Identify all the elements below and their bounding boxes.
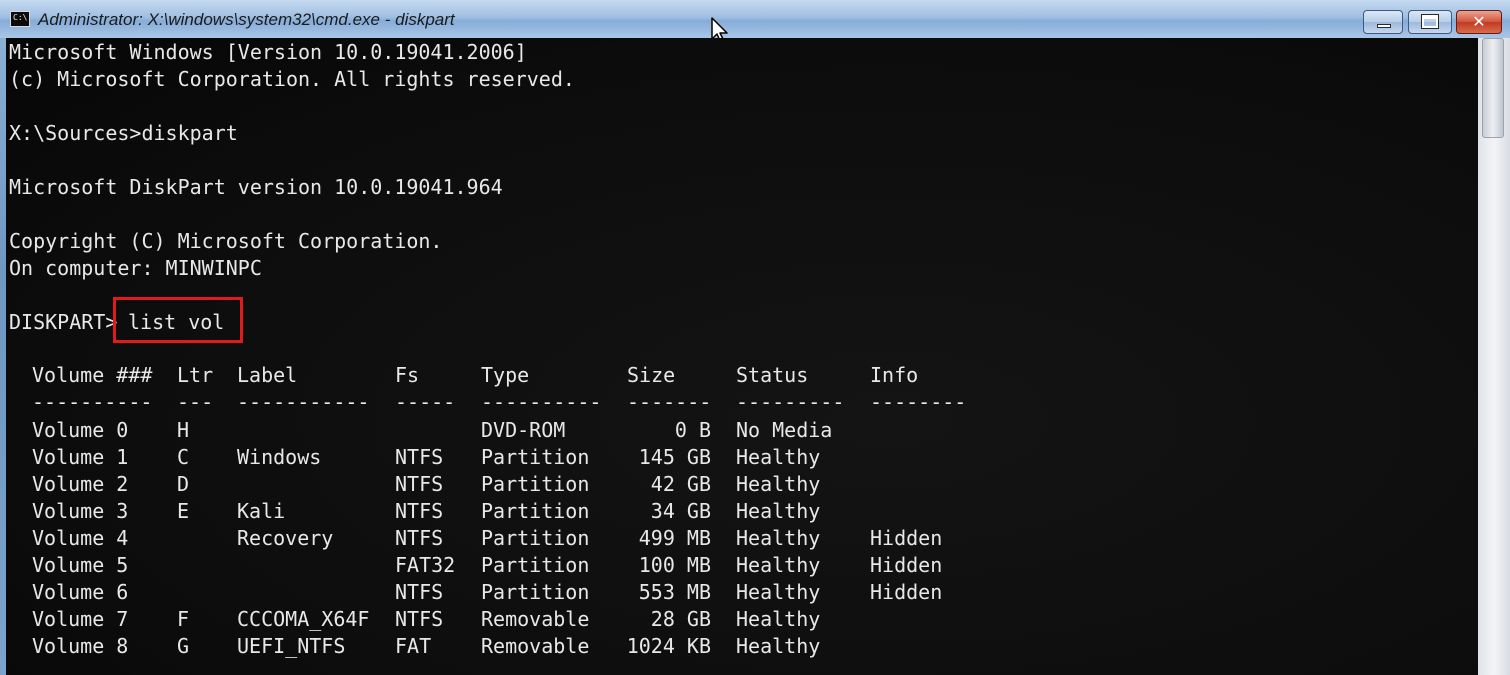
table-cell-ltr: F <box>177 607 190 631</box>
table-separator: ---------- <box>481 390 602 414</box>
cmd-window: C:\ Administrator: X:\windows\system32\c… <box>0 0 1510 675</box>
console-line: Copyright (C) Microsoft Corporation. <box>9 229 443 253</box>
table-cell-fs: NTFS <box>395 445 444 469</box>
table-header-cell: Fs <box>395 363 420 387</box>
maximize-icon <box>1421 14 1439 29</box>
title-bar[interactable]: C:\ Administrator: X:\windows\system32\c… <box>0 0 1510 44</box>
table-cell-ltr: E <box>177 499 190 523</box>
console-output[interactable]: Microsoft Windows [Version 10.0.19041.20… <box>6 38 1478 675</box>
table-cell-label: Kali <box>237 499 286 523</box>
table-cell-info: Hidden <box>870 580 943 604</box>
window-title: Administrator: X:\windows\system32\cmd.e… <box>38 10 455 29</box>
table-cell-status: No Media <box>736 418 833 442</box>
table-cell-size: 145 GB <box>638 445 711 469</box>
vertical-scrollbar[interactable] <box>1478 38 1510 675</box>
table-cell-size: 499 MB <box>638 526 711 550</box>
table-cell-volume: Volume 7 <box>32 607 129 631</box>
table-separator: --- <box>177 390 214 414</box>
table-cell-volume: Volume 6 <box>32 580 129 604</box>
table-separator: ----------- <box>237 390 370 414</box>
table-cell-volume: Volume 0 <box>32 418 129 442</box>
table-cell-size: 100 MB <box>638 553 711 577</box>
table-cell-type: Partition <box>481 580 590 604</box>
table-cell-type: Partition <box>481 472 590 496</box>
table-separator: -------- <box>870 390 967 414</box>
table-header-cell: Label <box>237 363 298 387</box>
table-cell-ltr: H <box>177 418 190 442</box>
minimize-icon <box>1377 24 1391 28</box>
table-separator: ----- <box>395 390 456 414</box>
table-cell-status: Healthy <box>736 445 821 469</box>
table-cell-type: Removable <box>481 607 590 631</box>
table-cell-fs: FAT32 <box>395 553 456 577</box>
table-header-cell: Volume ### <box>32 363 153 387</box>
table-cell-info: Hidden <box>870 553 943 577</box>
close-icon: ✕ <box>1472 12 1486 31</box>
table-cell-volume: Volume 2 <box>32 472 129 496</box>
table-cell-status: Healthy <box>736 553 821 577</box>
table-separator: --------- <box>736 390 845 414</box>
table-cell-volume: Volume 4 <box>32 526 129 550</box>
table-cell-type: Removable <box>481 634 590 658</box>
table-cell-info: Hidden <box>870 526 943 550</box>
maximize-button[interactable] <box>1408 10 1452 34</box>
table-cell-size: 34 GB <box>650 499 711 523</box>
table-cell-status: Healthy <box>736 634 821 658</box>
table-cell-size: 0 B <box>674 418 711 442</box>
table-cell-fs: NTFS <box>395 472 444 496</box>
table-separator: ---------- <box>32 390 153 414</box>
cmd-app-icon[interactable]: C:\ <box>10 11 30 27</box>
table-cell-fs: NTFS <box>395 580 444 604</box>
table-header-cell: Type <box>481 363 530 387</box>
table-cell-volume: Volume 1 <box>32 445 129 469</box>
table-cell-type: Partition <box>481 526 590 550</box>
table-cell-fs: NTFS <box>395 607 444 631</box>
console-line: Microsoft Windows [Version 10.0.19041.20… <box>9 40 527 64</box>
table-cell-label: Windows <box>237 445 322 469</box>
table-cell-size: 42 GB <box>650 472 711 496</box>
table-cell-type: Partition <box>481 445 590 469</box>
console-line: Microsoft DiskPart version 10.0.19041.96… <box>9 175 503 199</box>
console-line: (c) Microsoft Corporation. All rights re… <box>9 67 575 91</box>
table-cell-size: 1024 KB <box>626 634 711 658</box>
diskpart-prompt: DISKPART> <box>9 310 118 334</box>
table-cell-volume: Volume 8 <box>32 634 129 658</box>
table-cell-volume: Volume 5 <box>32 553 129 577</box>
table-cell-size: 553 MB <box>638 580 711 604</box>
table-cell-status: Healthy <box>736 526 821 550</box>
table-header-cell: Ltr <box>177 363 214 387</box>
table-cell-size: 28 GB <box>650 607 711 631</box>
table-cell-label: Recovery <box>237 526 334 550</box>
table-cell-label: CCCOMA_X64F <box>237 607 370 631</box>
minimize-button[interactable] <box>1363 10 1403 34</box>
console-line: X:\Sources>diskpart <box>9 121 238 145</box>
table-cell-type: Partition <box>481 553 590 577</box>
table-cell-fs: FAT <box>395 634 432 658</box>
table-cell-label: UEFI_NTFS <box>237 634 346 658</box>
scrollbar-thumb[interactable] <box>1482 38 1504 138</box>
table-cell-status: Healthy <box>736 580 821 604</box>
table-cell-fs: NTFS <box>395 526 444 550</box>
table-cell-ltr: D <box>177 472 190 496</box>
table-cell-status: Healthy <box>736 499 821 523</box>
table-cell-ltr: C <box>177 445 190 469</box>
table-header-cell: Size <box>627 363 676 387</box>
table-cell-status: Healthy <box>736 472 821 496</box>
table-cell-type: Partition <box>481 499 590 523</box>
table-separator: ------- <box>627 390 712 414</box>
table-cell-type: DVD-ROM <box>481 418 566 442</box>
close-button[interactable]: ✕ <box>1456 10 1502 34</box>
table-header-cell: Status <box>736 363 809 387</box>
table-cell-volume: Volume 3 <box>32 499 129 523</box>
table-cell-status: Healthy <box>736 607 821 631</box>
table-header-cell: Info <box>870 363 919 387</box>
console-line: On computer: MINWINPC <box>9 256 262 280</box>
table-cell-fs: NTFS <box>395 499 444 523</box>
table-cell-ltr: G <box>177 634 190 658</box>
command-highlight-box <box>113 297 243 343</box>
